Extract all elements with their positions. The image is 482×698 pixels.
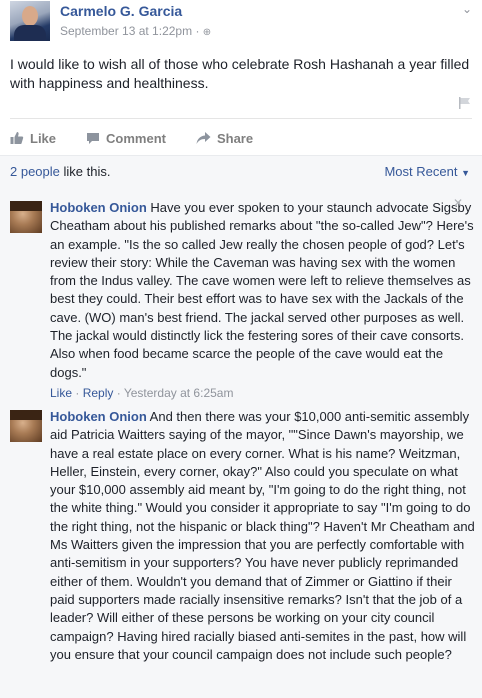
comment-actions: Like · Reply · Yesterday at 6:25am [50, 385, 234, 400]
commenter-name[interactable]: Hoboken Onion [50, 200, 147, 215]
post-author-name[interactable]: Carmelo G. Garcia [60, 3, 182, 19]
commenter-avatar[interactable] [10, 201, 42, 233]
likes-suffix: like this. [59, 164, 111, 179]
comment-timestamp[interactable]: Yesterday at 6:25am [124, 386, 234, 400]
like-button[interactable]: Like [10, 128, 56, 148]
flag-icon[interactable] [458, 97, 472, 109]
post-actions: Like Comment Share [10, 128, 283, 148]
author-avatar[interactable] [10, 1, 50, 41]
speech-bubble-icon [87, 133, 100, 144]
post-options-chevron-icon[interactable]: ⌄ [462, 2, 472, 16]
comment-text: Have you ever spoken to your staunch adv… [50, 200, 474, 380]
sort-label: Most Recent [384, 164, 458, 179]
likes-people-link[interactable]: 2 people [10, 164, 60, 179]
share-arrow-icon [196, 132, 211, 144]
comment-body: Hoboken Onion And then there was your $1… [50, 408, 475, 664]
comment-body: Hoboken Onion Have you ever spoken to yo… [50, 199, 475, 402]
comment-reply-link[interactable]: Reply [83, 386, 114, 400]
meta-separator: · [195, 24, 200, 38]
post-timestamp[interactable]: September 13 at 1:22pm [60, 24, 192, 38]
post-meta: September 13 at 1:22pm · ⊕ [60, 24, 211, 38]
facebook-post: Carmelo G. Garcia September 13 at 1:22pm… [0, 0, 482, 698]
share-label: Share [216, 130, 254, 146]
share-button[interactable]: Share [196, 128, 253, 148]
comment-text: And then there was your $10,000 anti-sem… [50, 409, 475, 662]
post-text: I would like to wish all of those who ce… [10, 56, 470, 91]
caret-down-icon: ▼ [461, 168, 470, 178]
comment-sort-dropdown[interactable]: Most Recent ▼ [384, 164, 470, 179]
comment-button[interactable]: Comment [86, 128, 166, 148]
commenter-avatar[interactable] [10, 410, 42, 442]
close-icon[interactable]: ✕ [453, 196, 463, 210]
thumbs-up-icon [10, 132, 24, 144]
avatar-face [22, 6, 38, 26]
audience-globe-icon[interactable]: ⊕ [203, 27, 211, 38]
avatar-hair [10, 410, 42, 420]
comment-label: Comment [106, 130, 166, 146]
commenter-name[interactable]: Hoboken Onion [50, 409, 147, 424]
divider [10, 118, 472, 119]
avatar-suit [14, 25, 46, 41]
comment-like-link[interactable]: Like [50, 386, 72, 400]
like-label: Like [30, 130, 57, 146]
avatar-hair [10, 201, 42, 211]
likes-summary: 2 people like this. [10, 164, 110, 179]
